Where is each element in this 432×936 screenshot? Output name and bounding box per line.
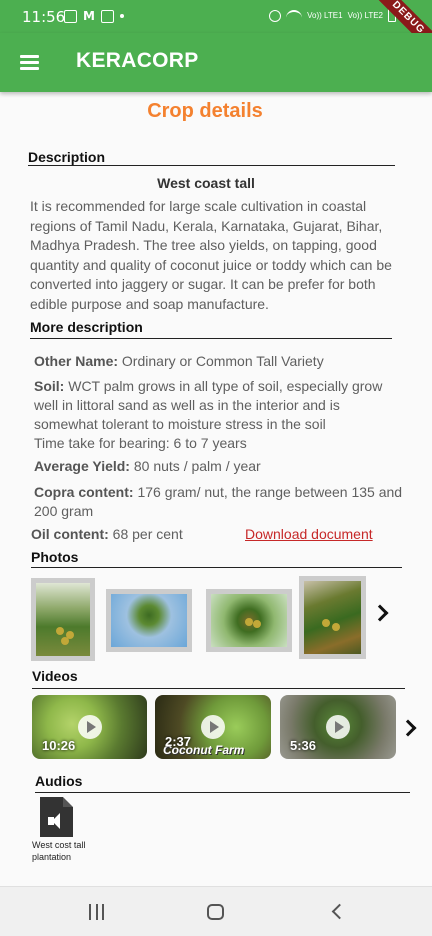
play-icon bbox=[326, 715, 350, 739]
app-title: KERACORP bbox=[76, 49, 199, 72]
average-yield-row: Average Yield: 80 nuts / palm / year bbox=[34, 457, 404, 476]
audio-file-icon[interactable] bbox=[40, 797, 73, 837]
status-bar: 11:56 M Vo)) LTE1 Vo)) LTE2 DEBUG bbox=[0, 0, 432, 60]
videos-heading: Videos bbox=[32, 668, 78, 684]
photos-heading: Photos bbox=[31, 549, 79, 565]
photo-thumbnail[interactable] bbox=[299, 576, 366, 659]
coconut-tree-photo bbox=[36, 583, 90, 656]
back-icon[interactable] bbox=[331, 903, 348, 920]
other-name-row: Other Name: Ordinary or Common Tall Vari… bbox=[34, 352, 404, 371]
app-notification-icon bbox=[100, 9, 114, 23]
video-thumbnail[interactable]: 5:36 bbox=[280, 695, 396, 759]
play-icon bbox=[201, 715, 225, 739]
oil-content-row: Oil content: 68 per cent bbox=[31, 526, 183, 542]
average-yield-label: Average Yield: bbox=[34, 458, 130, 474]
audio-file-label[interactable]: West cost tall plantation bbox=[32, 839, 112, 863]
photos-next-chevron-icon[interactable] bbox=[371, 604, 389, 622]
audios-heading: Audios bbox=[35, 773, 83, 789]
video-thumbnail[interactable]: Coconut Farm 2:37 bbox=[155, 695, 271, 759]
coconut-tree-photo bbox=[304, 581, 361, 654]
video-duration: 10:26 bbox=[42, 738, 76, 753]
video-duration: 5:36 bbox=[290, 738, 317, 753]
page-title: Crop details bbox=[147, 100, 263, 122]
oil-content-label: Oil content: bbox=[31, 526, 109, 542]
photos-divider bbox=[31, 567, 402, 568]
coconut-tree-photo bbox=[111, 594, 187, 647]
video-thumbnail[interactable]: 10:26 bbox=[32, 695, 147, 759]
coconut-tree-photo bbox=[211, 594, 287, 647]
m-notification-icon: M bbox=[83, 9, 95, 23]
soil-label: Soil: bbox=[34, 378, 65, 394]
system-navigation-bar bbox=[0, 886, 432, 936]
other-name-label: Other Name: bbox=[34, 353, 119, 369]
average-yield-value: 80 nuts / palm / year bbox=[133, 458, 261, 474]
description-divider bbox=[28, 165, 395, 166]
bearing-time-text: Time take for bearing: 6 to 7 years bbox=[34, 435, 247, 451]
photo-thumbnail[interactable] bbox=[206, 589, 292, 652]
hamburger-menu-icon[interactable] bbox=[20, 55, 39, 70]
photo-thumbnail[interactable] bbox=[106, 589, 192, 652]
download-document-link[interactable]: Download document bbox=[245, 526, 373, 542]
signal-lte2-icon: Vo)) LTE2 bbox=[347, 10, 383, 20]
oil-content-value: 68 per cent bbox=[112, 526, 183, 542]
more-description-heading: More description bbox=[30, 319, 143, 335]
app-bar: KERACORP bbox=[0, 33, 432, 92]
video-duration: 2:37 bbox=[165, 734, 192, 749]
wifi-icon bbox=[286, 9, 303, 22]
recents-icon[interactable] bbox=[89, 904, 104, 920]
more-notifications-dot-icon bbox=[119, 14, 124, 18]
soil-row: Soil: WCT palm grows in all type of soil… bbox=[34, 377, 404, 453]
more-description-divider bbox=[30, 338, 392, 339]
crop-name: West coast tall bbox=[157, 175, 255, 191]
play-icon bbox=[78, 715, 102, 739]
alarm-icon bbox=[269, 9, 282, 22]
soil-value: WCT palm grows in all type of soil, espe… bbox=[34, 378, 383, 432]
home-icon[interactable] bbox=[207, 904, 224, 920]
description-text: It is recommended for large scale cultiv… bbox=[30, 198, 392, 312]
description-heading: Description bbox=[28, 149, 106, 165]
copra-content-row: Copra content: 176 gram/ nut, the range … bbox=[34, 483, 404, 521]
status-time: 11:56 bbox=[22, 8, 66, 26]
copra-content-label: Copra content: bbox=[34, 484, 134, 500]
gallery-notification-icon bbox=[64, 9, 77, 23]
audios-divider bbox=[35, 792, 410, 793]
other-name-value: Ordinary or Common Tall Variety bbox=[121, 353, 324, 369]
signal-lte1-icon: Vo)) LTE1 bbox=[307, 10, 343, 20]
status-right-icons: Vo)) LTE1 Vo)) LTE2 bbox=[269, 9, 396, 22]
videos-divider bbox=[32, 688, 405, 689]
videos-next-chevron-icon[interactable] bbox=[399, 719, 417, 737]
status-left-icons: M bbox=[64, 9, 124, 23]
speaker-icon bbox=[48, 813, 60, 829]
photo-thumbnail[interactable] bbox=[31, 578, 95, 661]
